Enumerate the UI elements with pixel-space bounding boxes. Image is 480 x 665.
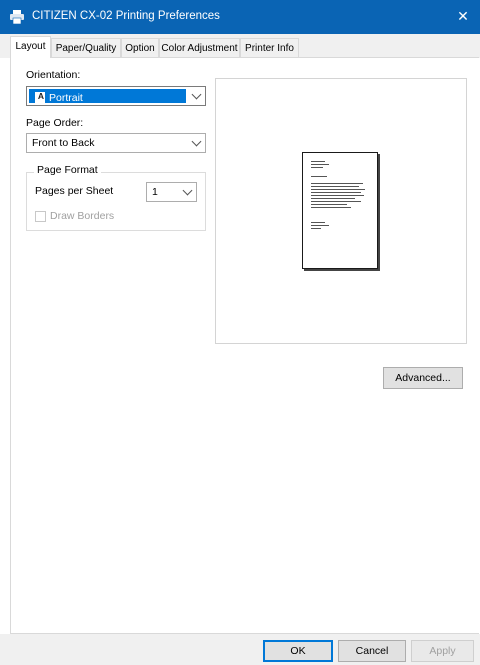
pages-per-sheet-dropdown[interactable]: 1 bbox=[146, 182, 197, 202]
title-bar: CITIZEN CX-02 Printing Preferences ✕ bbox=[0, 0, 480, 34]
orientation-selection: A Portrait bbox=[29, 89, 186, 104]
tab-printer-info[interactable]: Printer Info bbox=[240, 38, 299, 57]
chevron-down-icon bbox=[191, 89, 202, 100]
tab-option[interactable]: Option bbox=[121, 38, 159, 57]
page-order-label: Page Order: bbox=[26, 117, 84, 129]
chevron-down-icon bbox=[182, 185, 193, 196]
cancel-button[interactable]: Cancel bbox=[338, 640, 406, 662]
chevron-down-icon bbox=[191, 136, 202, 147]
draw-borders-label: Draw Borders bbox=[50, 210, 115, 222]
tab-paper-quality[interactable]: Paper/Quality bbox=[51, 38, 121, 57]
advanced-button[interactable]: Advanced... bbox=[383, 367, 463, 389]
pages-per-sheet-value: 1 bbox=[152, 186, 158, 198]
orientation-value: Portrait bbox=[49, 92, 83, 104]
dialog-button-bar bbox=[0, 634, 480, 665]
preview-page-icon bbox=[302, 152, 378, 269]
page-order-dropdown[interactable]: Front to Back bbox=[26, 133, 206, 153]
page-order-value: Front to Back bbox=[32, 137, 95, 149]
ok-button[interactable]: OK bbox=[263, 640, 333, 662]
orientation-label: Orientation: bbox=[26, 69, 81, 81]
portrait-icon: A bbox=[35, 91, 45, 104]
window-title: CITIZEN CX-02 Printing Preferences bbox=[32, 10, 220, 22]
close-icon[interactable]: ✕ bbox=[454, 7, 472, 25]
tab-layout[interactable]: Layout bbox=[10, 36, 51, 58]
draw-borders-checkbox[interactable] bbox=[35, 211, 46, 222]
apply-button[interactable]: Apply bbox=[411, 640, 474, 662]
tab-color-adjustment[interactable]: Color Adjustment bbox=[159, 38, 240, 57]
page-format-title: Page Format bbox=[34, 164, 101, 176]
tab-strip: Layout Paper/Quality Option Color Adjust… bbox=[0, 34, 480, 58]
pages-per-sheet-label: Pages per Sheet bbox=[35, 185, 114, 197]
orientation-dropdown[interactable]: A Portrait bbox=[26, 86, 206, 106]
printer-icon bbox=[10, 10, 24, 24]
